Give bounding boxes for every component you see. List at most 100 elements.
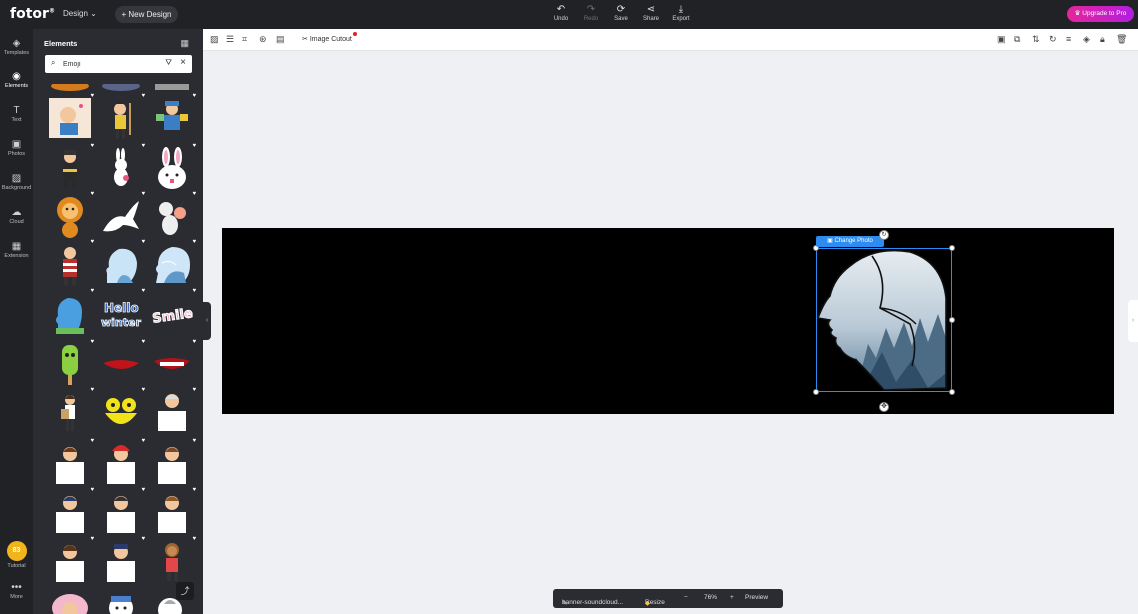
element-tile[interactable]: Smile ♥ [150, 288, 196, 336]
adjust-icon[interactable]: ☰ [226, 34, 234, 45]
element-tile[interactable]: ♥ [48, 288, 94, 336]
favorite-heart-icon[interactable]: ♥ [141, 93, 145, 99]
clear-search-icon[interactable]: × [180, 57, 186, 68]
rail-item-tutorial[interactable]: 83 Tutorial [0, 541, 33, 569]
element-tile[interactable]: ♥ [99, 387, 145, 435]
favorite-heart-icon[interactable]: ♥ [90, 536, 94, 542]
element-tile[interactable]: ♥ [150, 387, 196, 435]
rotate-handle-icon[interactable]: ↻ [879, 230, 889, 240]
favorite-heart-icon[interactable]: ♥ [141, 191, 145, 197]
element-tile[interactable]: ♥ [99, 536, 145, 584]
grid-filter-icon[interactable]: ▤ [276, 34, 285, 45]
element-tile[interactable]: ♥ [99, 438, 145, 486]
element-tile[interactable]: ♥ [99, 339, 145, 387]
rail-item-more[interactable]: ••• More [0, 581, 33, 600]
element-tile[interactable]: ♥ [48, 239, 94, 287]
align-icon[interactable]: ≡ [1066, 34, 1071, 44]
element-tile[interactable] [48, 79, 92, 91]
element-tile[interactable]: ♥ [150, 93, 196, 141]
resize-handle-right[interactable] [949, 317, 955, 323]
favorite-heart-icon[interactable]: ♥ [192, 191, 196, 197]
element-tile[interactable]: Hello winter ♥ [99, 288, 145, 336]
element-tile[interactable]: ♥ [99, 143, 145, 191]
favorite-heart-icon[interactable]: ♥ [90, 191, 94, 197]
favorite-heart-icon[interactable]: ♥ [192, 536, 196, 542]
image-thumbnail-icon[interactable]: ▨ [210, 34, 219, 45]
element-tile[interactable]: ♥ [150, 536, 196, 584]
duplicate-icon[interactable]: ⧉ [1014, 34, 1020, 45]
element-tile[interactable]: ♥ [48, 93, 94, 141]
trend-icon[interactable]: ⤴ [176, 582, 194, 600]
favorite-heart-icon[interactable]: ♥ [141, 239, 145, 245]
favorite-heart-icon[interactable]: ♥ [192, 487, 196, 493]
upgrade-to-pro-button[interactable]: ♛ Upgrade to Pro [1067, 6, 1134, 22]
favorite-heart-icon[interactable]: ♥ [90, 239, 94, 245]
element-tile[interactable] [99, 79, 143, 91]
favorite-heart-icon[interactable]: ♥ [141, 339, 145, 345]
favorite-heart-icon[interactable]: ♥ [192, 239, 196, 245]
element-tile[interactable] [48, 590, 92, 614]
element-tile[interactable]: ♥ [99, 93, 145, 141]
share-button[interactable]: ⋖ Share [636, 4, 666, 22]
preview-button[interactable]: Preview [745, 594, 768, 601]
element-tile[interactable]: ♥ [48, 339, 94, 387]
replace-image-icon[interactable]: ▣ [997, 34, 1006, 45]
zoom-in-button[interactable]: + [730, 594, 734, 601]
effects-icon[interactable]: ⊛ [259, 34, 267, 45]
layers-icon[interactable]: ◈ [1083, 34, 1090, 45]
element-tile[interactable]: ♥ [99, 239, 145, 287]
export-button[interactable]: ⤓ Export [666, 4, 696, 22]
favorite-heart-icon[interactable]: ♥ [90, 487, 94, 493]
rail-item-templates[interactable]: ◈ Templates [0, 37, 33, 56]
delete-icon[interactable]: 🗑︎ [1116, 34, 1127, 45]
favorite-heart-icon[interactable]: ♥ [141, 438, 145, 444]
element-tile[interactable]: ♥ [48, 191, 94, 239]
filter-icon[interactable]: ⛛ [165, 58, 172, 68]
favorite-heart-icon[interactable]: ♥ [192, 93, 196, 99]
favorite-heart-icon[interactable]: ♥ [90, 438, 94, 444]
flip-icon[interactable]: ⇅ [1032, 34, 1040, 45]
resize-handle-bottom-left[interactable] [813, 389, 819, 395]
rail-item-background[interactable]: ▨ Background [0, 172, 33, 191]
move-handle-icon[interactable]: ✥ [879, 402, 889, 412]
crop-icon[interactable]: ⌗ [242, 34, 247, 45]
favorite-heart-icon[interactable]: ♥ [192, 339, 196, 345]
favorite-heart-icon[interactable]: ♥ [141, 487, 145, 493]
element-tile[interactable] [99, 590, 143, 614]
rail-item-photos[interactable]: ▣ Photos [0, 138, 33, 157]
favorite-heart-icon[interactable]: ♥ [141, 288, 145, 294]
element-tile[interactable]: ♥ [150, 487, 196, 535]
element-tile[interactable]: ♥ [150, 438, 196, 486]
design-canvas[interactable] [222, 228, 1114, 414]
rail-item-cloud[interactable]: ☁ Cloud [0, 206, 33, 225]
design-dropdown[interactable]: Design ⌄ [63, 9, 97, 18]
element-tile[interactable]: ♥ [150, 339, 196, 387]
favorite-heart-icon[interactable]: ♥ [192, 438, 196, 444]
element-tile[interactable]: ♥ [150, 191, 196, 239]
collapse-panel-button[interactable]: ‹ [203, 302, 211, 340]
rail-item-text[interactable]: T Text [0, 104, 33, 123]
favorite-heart-icon[interactable]: ♥ [192, 387, 196, 393]
zoom-out-button[interactable]: − [684, 594, 688, 601]
favorite-heart-icon[interactable]: ♥ [141, 143, 145, 149]
save-button[interactable]: ⟳ Save [606, 4, 636, 22]
favorite-heart-icon[interactable]: ♥ [192, 143, 196, 149]
redo-button[interactable]: ↷ Redo [576, 4, 606, 22]
favorite-heart-icon[interactable]: ♥ [90, 288, 94, 294]
element-tile[interactable]: ♥ [48, 487, 94, 535]
element-tile[interactable]: ♥ [99, 191, 145, 239]
element-tile[interactable]: ♥ [48, 438, 94, 486]
favorite-heart-icon[interactable]: ♥ [90, 143, 94, 149]
undo-button[interactable]: ↶ Undo [546, 4, 576, 22]
rail-item-elements[interactable]: ◉ Elements [0, 70, 33, 89]
element-tile[interactable]: ♥ [48, 536, 94, 584]
resize-handle-top-right[interactable] [949, 245, 955, 251]
element-tile[interactable]: ♥ [99, 487, 145, 535]
fotor-logo[interactable]: fotor® [10, 6, 55, 22]
favorite-heart-icon[interactable]: ♥ [141, 387, 145, 393]
element-tile[interactable]: ♥ [150, 239, 196, 287]
image-cutout-button[interactable]: ✂ Image Cutout [302, 32, 357, 43]
change-photo-button[interactable]: ▣ Change Photo [816, 236, 884, 247]
favorite-heart-icon[interactable]: ♥ [192, 288, 196, 294]
favorite-heart-icon[interactable]: ♥ [90, 93, 94, 99]
